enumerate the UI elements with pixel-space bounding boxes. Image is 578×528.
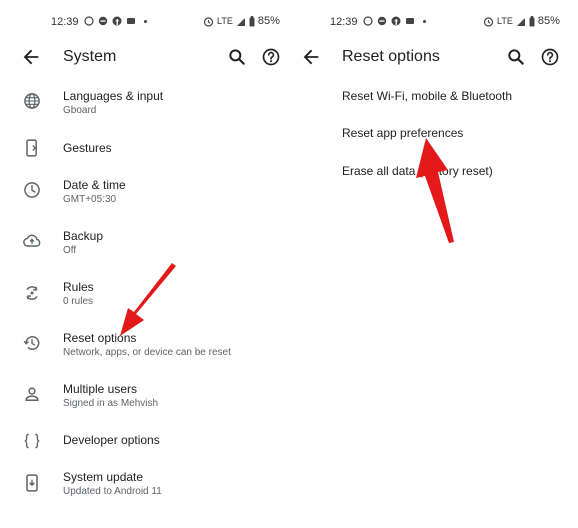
setting-reset-options[interactable]: Reset options Network, apps, or device c… — [0, 330, 290, 376]
minus-circle-icon — [98, 16, 108, 26]
rules-icon — [26, 286, 38, 300]
setting-label: Rules — [63, 280, 94, 294]
app-bar: System — [0, 40, 290, 74]
reset-wifi-mobile-bluetooth-option[interactable]: Reset Wi-Fi, mobile & Bluetooth — [342, 89, 512, 103]
status-time: 12:39 — [330, 16, 358, 28]
facebook-icon — [391, 16, 401, 26]
notification-icons — [363, 16, 426, 26]
status-time: 12:39 — [51, 16, 79, 28]
setting-summary: 0 rules — [63, 296, 94, 307]
battery-percent: 85% — [257, 15, 280, 27]
cloud-upload-icon — [23, 234, 41, 247]
setting-system-update[interactable]: System update Updated to Android 11 — [0, 469, 290, 515]
generic-app-icon — [127, 18, 135, 24]
system-settings-screen: 12:39 LTE 85% System Languages & input G… — [0, 0, 290, 528]
network-type: LTE — [497, 16, 513, 26]
help-icon[interactable] — [261, 47, 281, 67]
status-bar: 12:39 LTE 85% — [290, 8, 578, 34]
facebook-icon — [112, 16, 122, 26]
setting-languages-input[interactable]: Languages & input Gboard — [0, 87, 290, 133]
setting-summary: Updated to Android 11 — [63, 486, 162, 497]
setting-label: Gestures — [63, 141, 112, 155]
help-icon[interactable] — [540, 47, 560, 67]
page-title: Reset options — [342, 48, 440, 65]
back-arrow-icon[interactable] — [300, 46, 322, 68]
setting-label: Developer options — [63, 433, 160, 447]
reset-app-preferences-option[interactable]: Reset app preferences — [342, 126, 463, 140]
red-pointer-arrow — [416, 138, 454, 243]
more-notifications-icon — [144, 19, 147, 23]
more-notifications-icon — [423, 19, 426, 23]
setting-date-time[interactable]: Date & time GMT+05:30 — [0, 177, 290, 223]
battery-icon — [529, 16, 535, 27]
setting-summary: Network, apps, or device can be reset — [63, 347, 231, 358]
setting-multiple-users[interactable]: Multiple users Signed in as Mehvish — [0, 381, 290, 427]
reset-options-screen: 12:39 LTE 85% Reset options Reset Wi-Fi,… — [290, 0, 578, 528]
system-status-icons: LTE 85% — [483, 16, 560, 27]
app-bar: Reset options — [290, 40, 578, 74]
system-update-icon — [26, 474, 38, 492]
battery-percent: 85% — [537, 15, 560, 27]
alarm-icon — [203, 17, 214, 27]
alarm-icon — [483, 17, 494, 27]
erase-all-data-option[interactable]: Erase all data (factory reset) — [342, 164, 493, 178]
globe-icon — [24, 93, 40, 109]
clock-icon — [24, 182, 40, 198]
search-icon[interactable] — [227, 47, 247, 67]
setting-label: Reset options — [63, 331, 137, 345]
generic-app-icon — [406, 18, 414, 24]
setting-label: Backup — [63, 229, 104, 243]
history-icon — [23, 336, 40, 350]
back-arrow-icon[interactable] — [20, 46, 42, 68]
setting-summary: Signed in as Mehvish — [63, 398, 159, 409]
setting-label: Multiple users — [63, 382, 138, 396]
whatsapp-icon — [84, 16, 94, 26]
setting-summary: Off — [63, 245, 77, 256]
setting-backup[interactable]: Backup Off — [0, 228, 290, 274]
setting-label: Languages & input — [63, 89, 164, 103]
system-status-icons: LTE 85% — [203, 16, 280, 27]
setting-summary: Gboard — [63, 105, 97, 116]
minus-circle-icon — [377, 16, 387, 26]
notification-icons — [84, 16, 147, 26]
setting-summary: GMT+05:30 — [63, 194, 117, 205]
signal-icon — [236, 17, 245, 26]
search-icon[interactable] — [506, 47, 526, 67]
setting-label: Date & time — [63, 178, 126, 192]
setting-label: System update — [63, 470, 144, 484]
status-bar: 12:39 LTE 85% — [0, 8, 290, 34]
setting-rules[interactable]: Rules 0 rules — [0, 279, 290, 325]
page-title: System — [63, 48, 117, 65]
phone-gesture-icon — [26, 139, 37, 157]
code-braces-icon — [24, 433, 40, 449]
battery-icon — [249, 16, 255, 27]
person-icon — [25, 387, 39, 401]
signal-icon — [516, 17, 525, 26]
network-type: LTE — [217, 16, 233, 26]
whatsapp-icon — [363, 16, 373, 26]
